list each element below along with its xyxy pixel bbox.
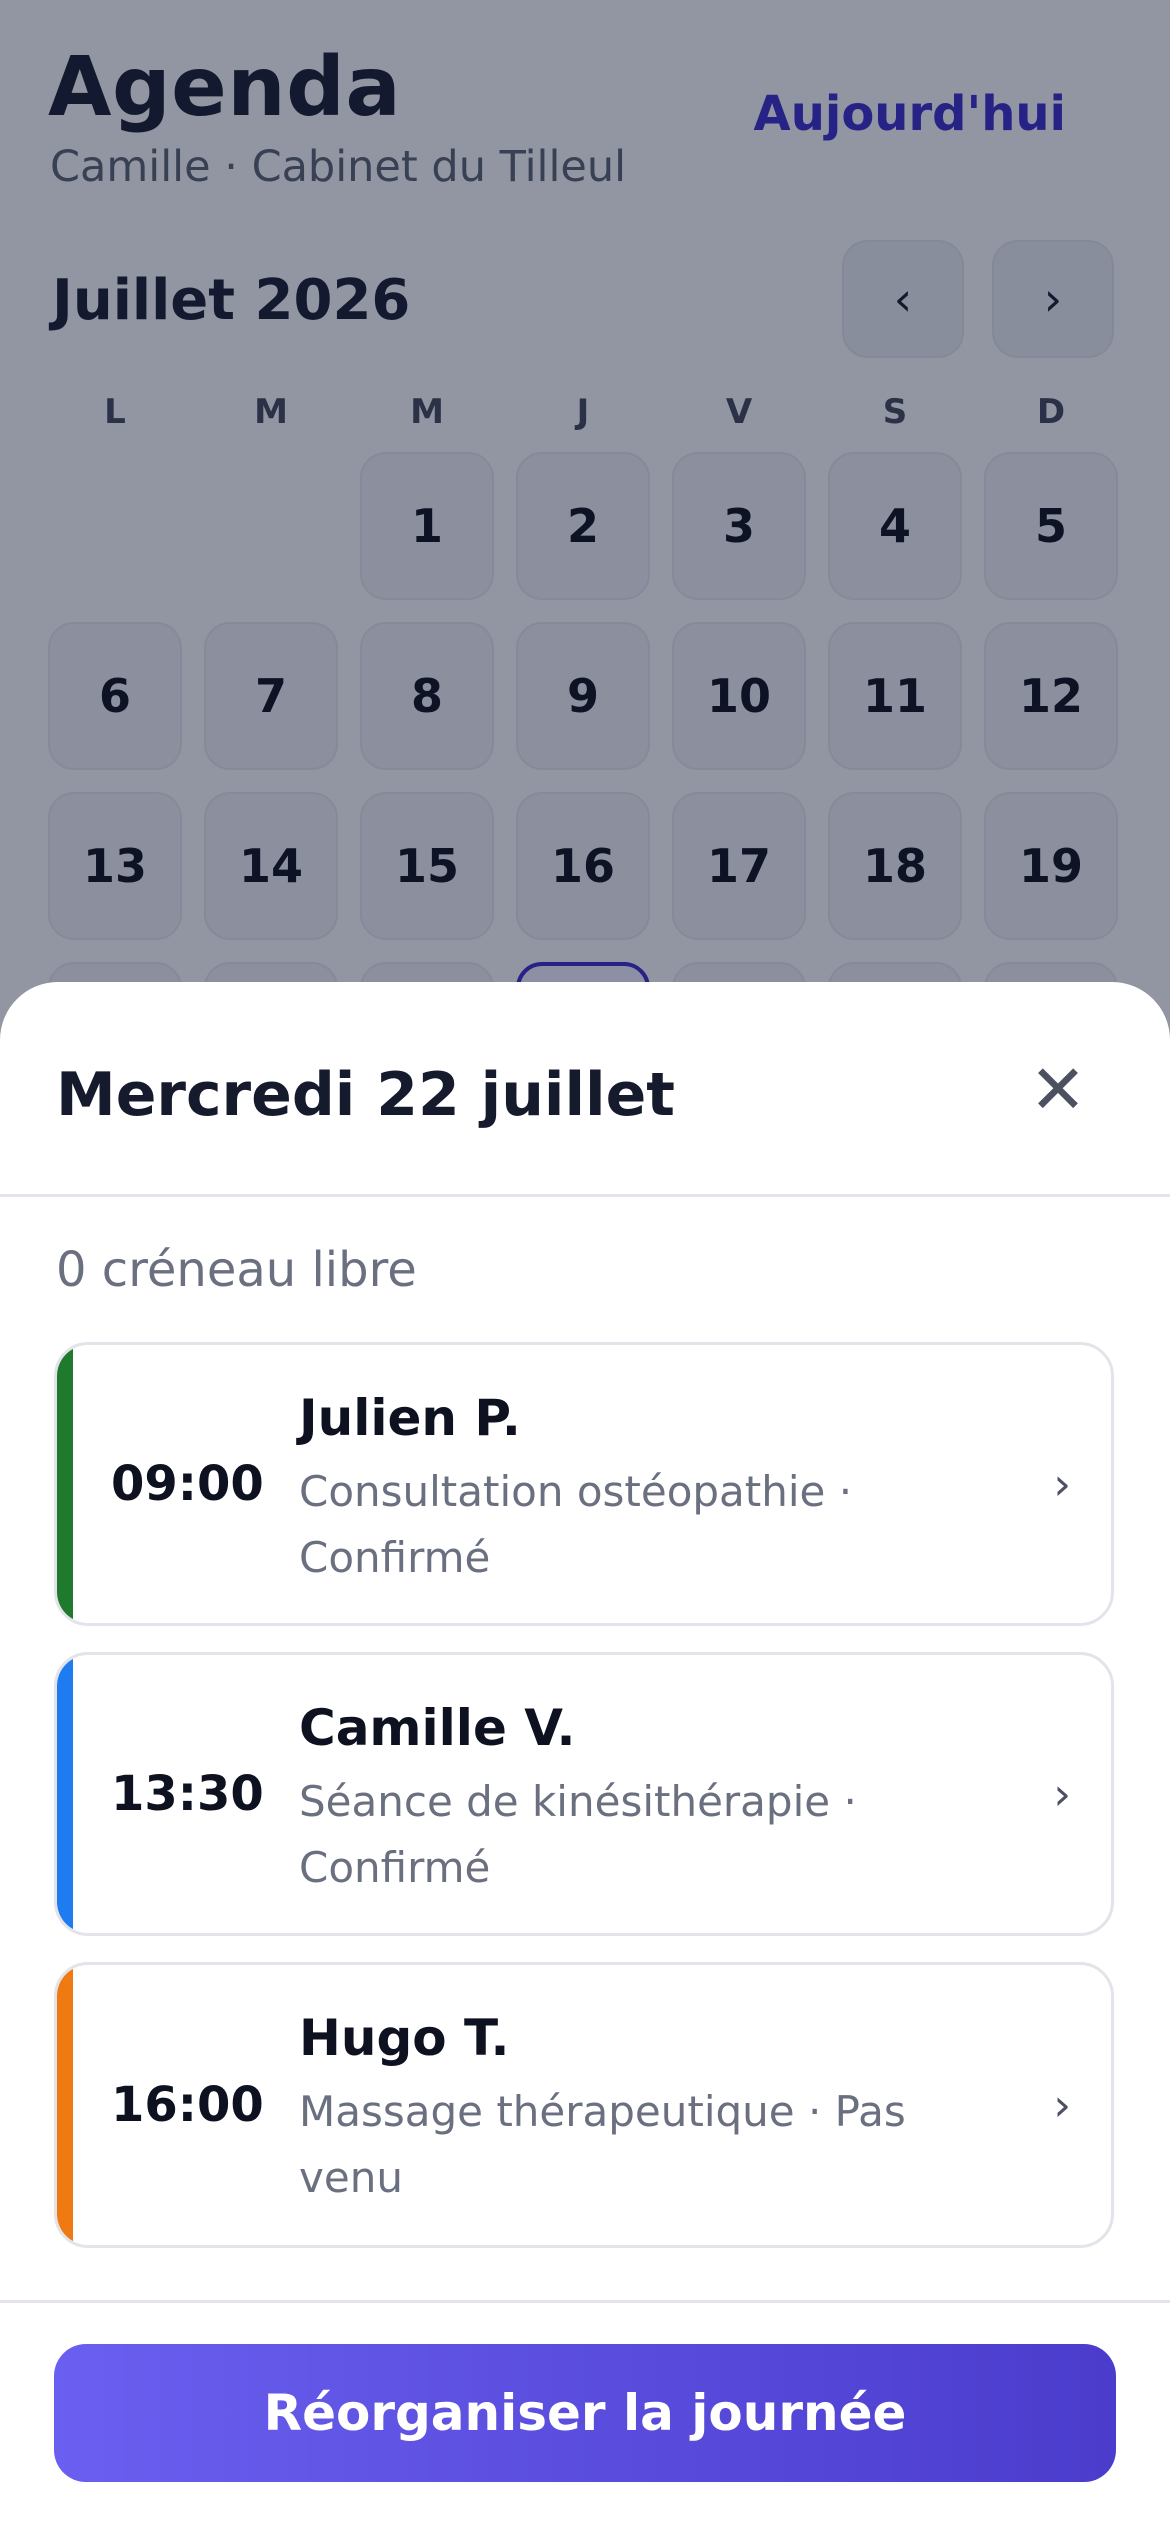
appointment-detail: Séance de kinésithérapie · Confirmé — [299, 1777, 857, 1892]
divider — [0, 2300, 1170, 2303]
appointment-card[interactable]: 16:00 Hugo T. Massage thérapeutique · Pa… — [54, 1962, 1114, 2248]
chevron-right-icon: › — [1053, 2079, 1071, 2131]
screen: Agenda Camille · Cabinet du Tilleul Aujo… — [0, 0, 1170, 2532]
close-icon: ✕ — [1029, 1050, 1087, 1130]
appointment-detail: Consultation ostéopathie · Confirmé — [299, 1467, 853, 1582]
chevron-right-icon: › — [1053, 1768, 1071, 1820]
status-accent-bar — [57, 1965, 73, 2245]
day-detail-sheet: Mercredi 22 juillet ✕ 0 créneau libre 09… — [0, 982, 1170, 2532]
patient-name: Julien P. — [299, 1389, 521, 1447]
patient-name: Camille V. — [299, 1699, 576, 1757]
patient-name: Hugo T. — [299, 2009, 510, 2067]
appointment-time: 16:00 — [111, 2077, 264, 2133]
reorganize-day-button[interactable]: Réorganiser la journée — [54, 2344, 1116, 2482]
divider — [0, 1194, 1170, 1197]
appointment-time: 13:30 — [111, 1766, 264, 1822]
appointment-card[interactable]: 09:00 Julien P. Consultation ostéopathie… — [54, 1342, 1114, 1626]
appointment-detail: Massage thérapeutique · Pas venu — [299, 2087, 906, 2202]
appointment-time: 09:00 — [111, 1456, 264, 1512]
appointment-card[interactable]: 13:30 Camille V. Séance de kinésithérapi… — [54, 1652, 1114, 1936]
status-accent-bar — [57, 1655, 73, 1933]
chevron-right-icon: › — [1053, 1458, 1071, 1510]
close-button[interactable]: ✕ — [1010, 1042, 1106, 1138]
free-slot-count: 0 créneau libre — [56, 1242, 417, 1298]
sheet-title: Mercredi 22 juillet — [56, 1060, 675, 1130]
status-accent-bar — [57, 1345, 73, 1623]
